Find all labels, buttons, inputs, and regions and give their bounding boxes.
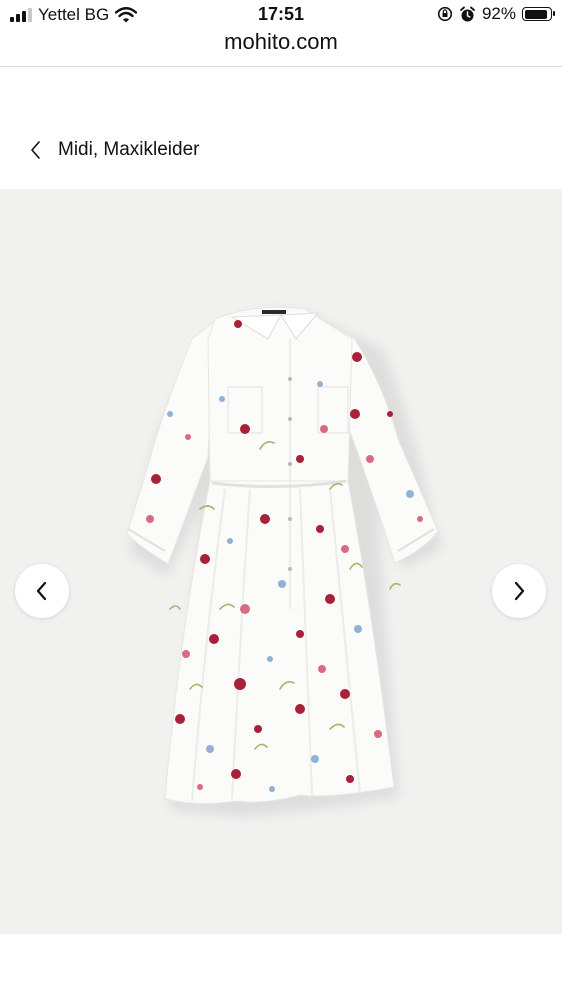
status-bar-right: 92% bbox=[437, 4, 555, 24]
status-bar: Yettel BG 17:51 92% bbox=[0, 0, 562, 30]
chevron-left-icon bbox=[36, 581, 47, 601]
rotation-lock-icon bbox=[437, 6, 453, 22]
battery-percent: 92% bbox=[481, 4, 516, 23]
chevron-right-icon bbox=[514, 581, 525, 601]
gallery-next-button[interactable] bbox=[492, 564, 546, 618]
product-image-gallery[interactable] bbox=[0, 189, 562, 934]
gallery-prev-button[interactable] bbox=[15, 564, 69, 618]
header-divider bbox=[0, 66, 562, 67]
alarm-icon bbox=[460, 6, 475, 21]
chevron-left-icon bbox=[31, 141, 40, 159]
battery-icon bbox=[522, 7, 555, 21]
category-label: Midi, Maxikleider bbox=[58, 139, 200, 160]
browser-url[interactable]: mohito.com bbox=[0, 29, 562, 55]
battery-fill bbox=[524, 9, 547, 19]
back-to-category-link[interactable]: Midi, Maxikleider bbox=[26, 136, 199, 164]
product-image bbox=[126, 306, 444, 817]
